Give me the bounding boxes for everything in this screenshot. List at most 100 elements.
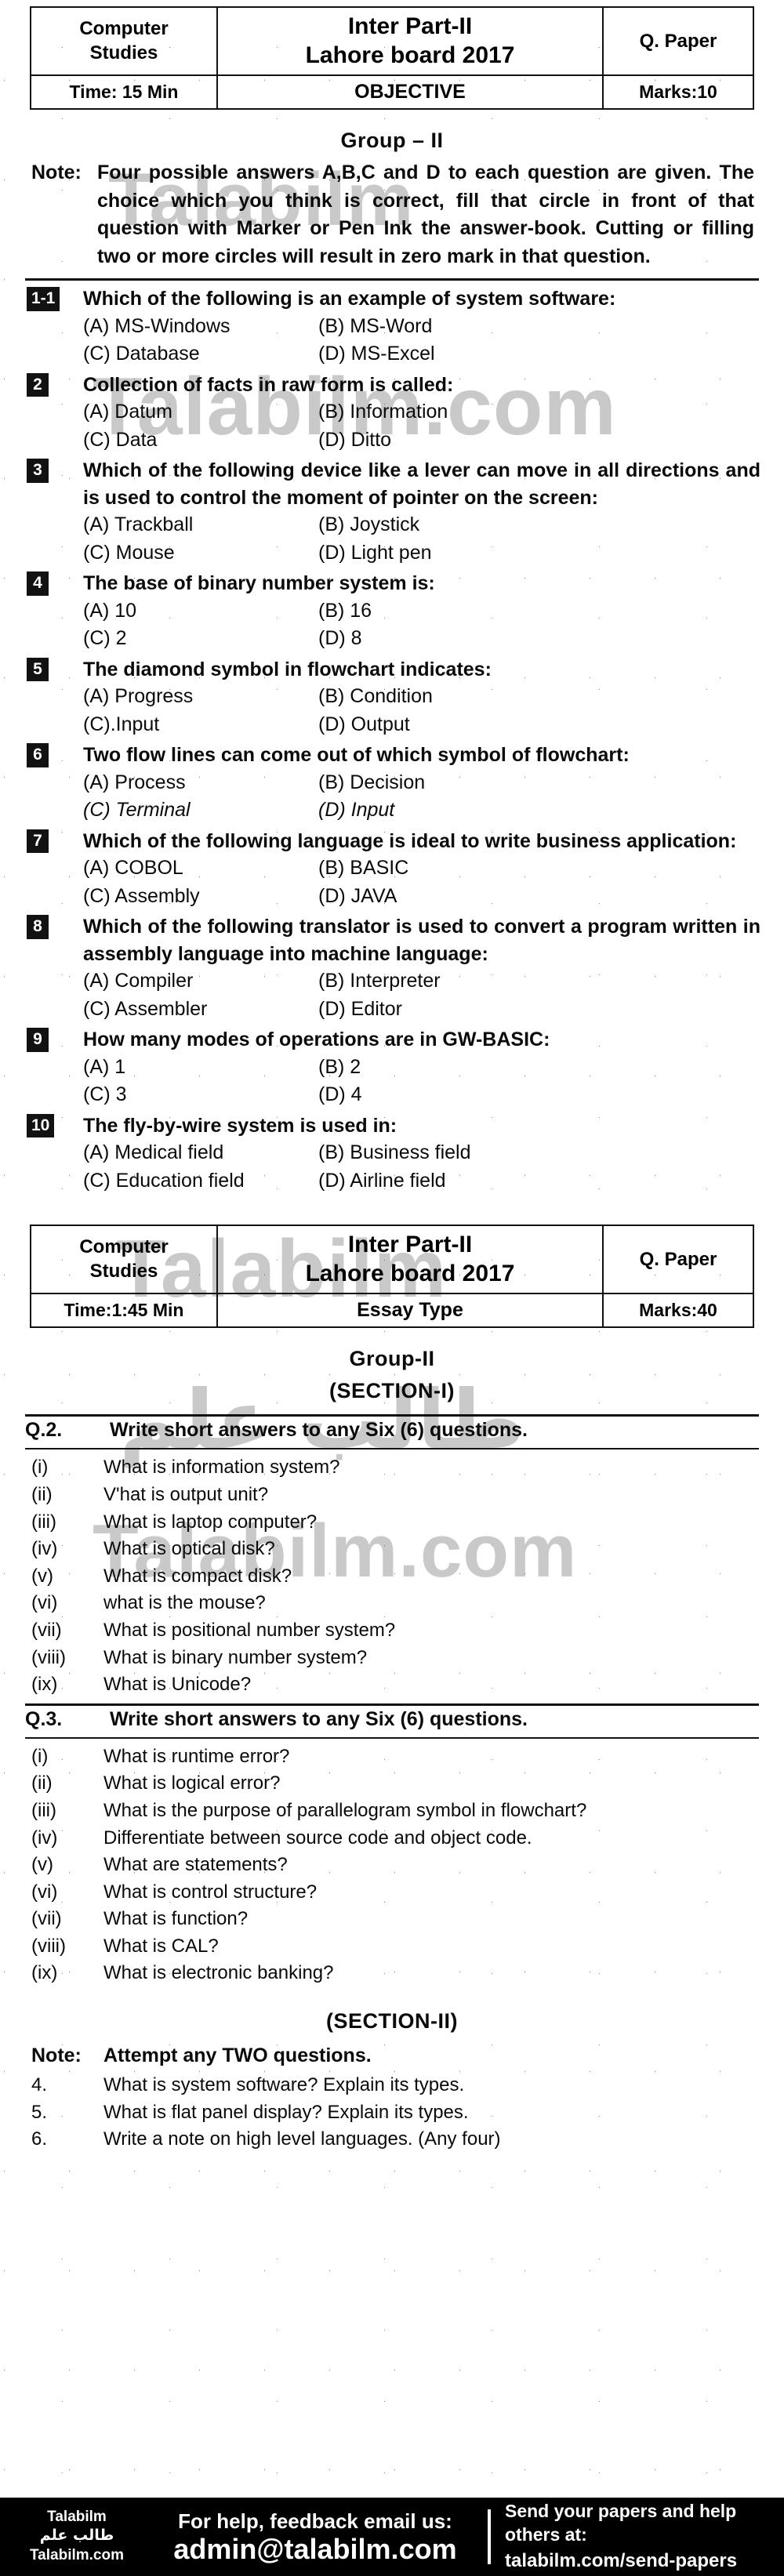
mcq-option[interactable]: (A) MS-Windows: [83, 313, 318, 341]
list-item-text: What is information system?: [103, 1457, 340, 1478]
mcq-option[interactable]: (B) Condition: [318, 683, 760, 711]
mcq-stem: How many modes of operations are in GW-B…: [83, 1029, 550, 1051]
list-item: (ix) What is electronic banking?: [31, 1960, 760, 1987]
mcq-option[interactable]: (C) Data: [83, 426, 318, 455]
mcq-option[interactable]: (B) Interpreter: [318, 967, 760, 996]
list-item-number: (iv): [31, 1538, 58, 1560]
list-item-number: 5.: [31, 2101, 48, 2123]
list-item-number: 4.: [31, 2074, 48, 2096]
mcq-option[interactable]: (D) 8: [318, 625, 760, 653]
q2-header: Q.2. Write short answers to any Six (6) …: [25, 1417, 759, 1445]
mcq-option[interactable]: (B) 2: [318, 1054, 760, 1082]
list-item-text: What is positional number system?: [103, 1619, 396, 1641]
mcq-option[interactable]: (A) COBOL: [83, 854, 318, 883]
mcq-option[interactable]: (A) Progress: [83, 683, 318, 711]
mcq-item: 9 How many modes of operations are in GW-…: [27, 1026, 760, 1109]
mcq-option[interactable]: (C) Assembly: [83, 883, 318, 911]
mcq-option[interactable]: (A) 1: [83, 1054, 318, 1082]
mcq-option-row: (C) Data (D) Ditto: [83, 426, 760, 455]
mcq-option[interactable]: (D) Ditto: [318, 426, 760, 455]
mcq-number-badge: 10: [27, 1113, 55, 1138]
mcq-option[interactable]: (C) Terminal: [83, 796, 318, 825]
mcq-option[interactable]: (B) 16: [318, 597, 760, 626]
mcq-option[interactable]: (D) JAVA: [318, 883, 760, 911]
list-item-text: Differentiate between source code and ob…: [103, 1827, 532, 1849]
list-item-text: What is Unicode?: [103, 1674, 252, 1696]
mcq-option[interactable]: (C).Input: [83, 711, 318, 739]
mcq-stem: Collection of facts in raw form is calle…: [83, 373, 454, 396]
list-item-text: What are statements?: [103, 1854, 288, 1876]
objective-subject-cell: Computer Studies: [30, 5, 218, 77]
mcq-option[interactable]: (C) Database: [83, 340, 318, 368]
list-item-number: (ii): [31, 1772, 53, 1794]
mcq-stem: Which of the following device like a lev…: [83, 459, 760, 509]
mcq-option[interactable]: (C) Mouse: [83, 539, 318, 568]
mcq-option[interactable]: (C) 3: [83, 1081, 318, 1109]
objective-title-line1: Inter Part-II: [347, 13, 473, 39]
mcq-item: 2 Collection of facts in raw form is call…: [27, 372, 760, 455]
list-item-text: What is optical disk?: [103, 1538, 275, 1560]
list-item-text: What is runtime error?: [103, 1745, 290, 1767]
mcq-option[interactable]: (A) Compiler: [83, 967, 318, 996]
mcq-body: Which of the following translator is use…: [83, 913, 760, 1023]
objective-paper-kind-cell: Q. Paper: [602, 5, 754, 77]
q3-label: Q.3.: [25, 1707, 63, 1730]
mcq-number-badge: 9: [27, 1028, 49, 1052]
mcq-option[interactable]: (A) Medical field: [83, 1139, 318, 1167]
mcq-stem: Which of the following translator is use…: [83, 916, 760, 965]
list-item: (viii) What is CAL?: [31, 1933, 760, 1961]
mcq-option[interactable]: (D) Input: [318, 796, 760, 825]
list-item-text: what is the mouse?: [103, 1592, 266, 1614]
mcq-option[interactable]: (B) Information: [318, 398, 760, 426]
mcq-option-row: (A) Compiler (B) Interpreter: [83, 967, 760, 996]
list-item-number: (ii): [31, 1483, 53, 1505]
list-item: (iv) What is optical disk?: [31, 1536, 760, 1563]
mcq-option[interactable]: (A) Datum: [83, 398, 318, 426]
mcq-stem: The diamond symbol in flowchart indicate…: [83, 658, 492, 680]
footer-help-email[interactable]: admin@talabilm.com: [154, 2534, 477, 2565]
mcq-number-badge: 7: [27, 829, 49, 854]
mcq-option[interactable]: (C) 2: [83, 625, 318, 653]
list-item: (vii) What is positional number system?: [31, 1617, 760, 1645]
mcq-option[interactable]: (B) MS-Word: [318, 313, 760, 341]
mcq-option-row: (C) Terminal (D) Input: [83, 796, 760, 825]
essay-group-heading: Group-II: [349, 1347, 435, 1371]
q2-instruction: Write short answers to any Six (6) quest…: [110, 1419, 528, 1442]
essay-header-table: Computer Studies Inter Part-II Lahore boa…: [30, 1225, 754, 1329]
mcq-option[interactable]: (A) Process: [83, 769, 318, 797]
mcq-option[interactable]: (B) Decision: [318, 769, 760, 797]
list-item: (v) What are statements?: [31, 1852, 760, 1879]
essay-header-row-1: Computer Studies Inter Part-II Lahore boa…: [30, 1225, 754, 1295]
mcq-option[interactable]: (B) Joystick: [318, 511, 760, 539]
mcq-option[interactable]: (B) BASIC: [318, 854, 760, 883]
mcq-option[interactable]: (D) Editor: [318, 996, 760, 1024]
mcq-number-badge: 6: [27, 743, 49, 767]
mcq-option[interactable]: (D) Output: [318, 711, 760, 739]
mcq-number: 6: [27, 742, 72, 767]
mcq-option[interactable]: (A) 10: [83, 597, 318, 626]
mcq-option[interactable]: (C) Education field: [83, 1167, 318, 1195]
mcq-option[interactable]: (D) Light pen: [318, 539, 760, 568]
mcq-option[interactable]: (D) MS-Excel: [318, 340, 760, 368]
mcq-number: 3: [27, 457, 72, 483]
mcq-option[interactable]: (C) Assembler: [83, 996, 318, 1024]
objective-header-table: Computer Studies Inter Part-II Lahore boa…: [30, 5, 754, 111]
mcq-option[interactable]: (D) 4: [318, 1081, 760, 1109]
list-item-number: (vi): [31, 1881, 58, 1903]
mcq-option-row: (A) Datum (B) Information: [83, 398, 760, 426]
mcq-option[interactable]: (D) Airline field: [318, 1167, 760, 1195]
mcq-option[interactable]: (B) Business field: [318, 1139, 760, 1167]
mcq-stem: Two flow lines can come out of which sym…: [83, 744, 630, 767]
footer-send-url[interactable]: talabilm.com/send-papers: [505, 2549, 784, 2574]
mcq-option[interactable]: (A) Trackball: [83, 511, 318, 539]
mcq-item: 10 The fly-by-wire system is used in: (A) …: [27, 1112, 760, 1195]
list-item-text: What is CAL?: [103, 1935, 219, 1957]
list-item-text: What is logical error?: [103, 1772, 281, 1794]
q2-item-list: (i) What is information system? (ii) V'hat …: [31, 1454, 760, 1698]
mcq-option-row: (C) Assembly (D) JAVA: [83, 883, 760, 911]
objective-note: Note: Four possible answers A,B,C and D …: [31, 159, 754, 270]
list-item-text: What is system software? Explain its typ…: [103, 2074, 465, 2096]
list-item-number: (iii): [31, 1799, 56, 1821]
list-item-number: (viii): [31, 1935, 66, 1957]
mcq-body: Two flow lines can come out of which sym…: [83, 742, 760, 825]
